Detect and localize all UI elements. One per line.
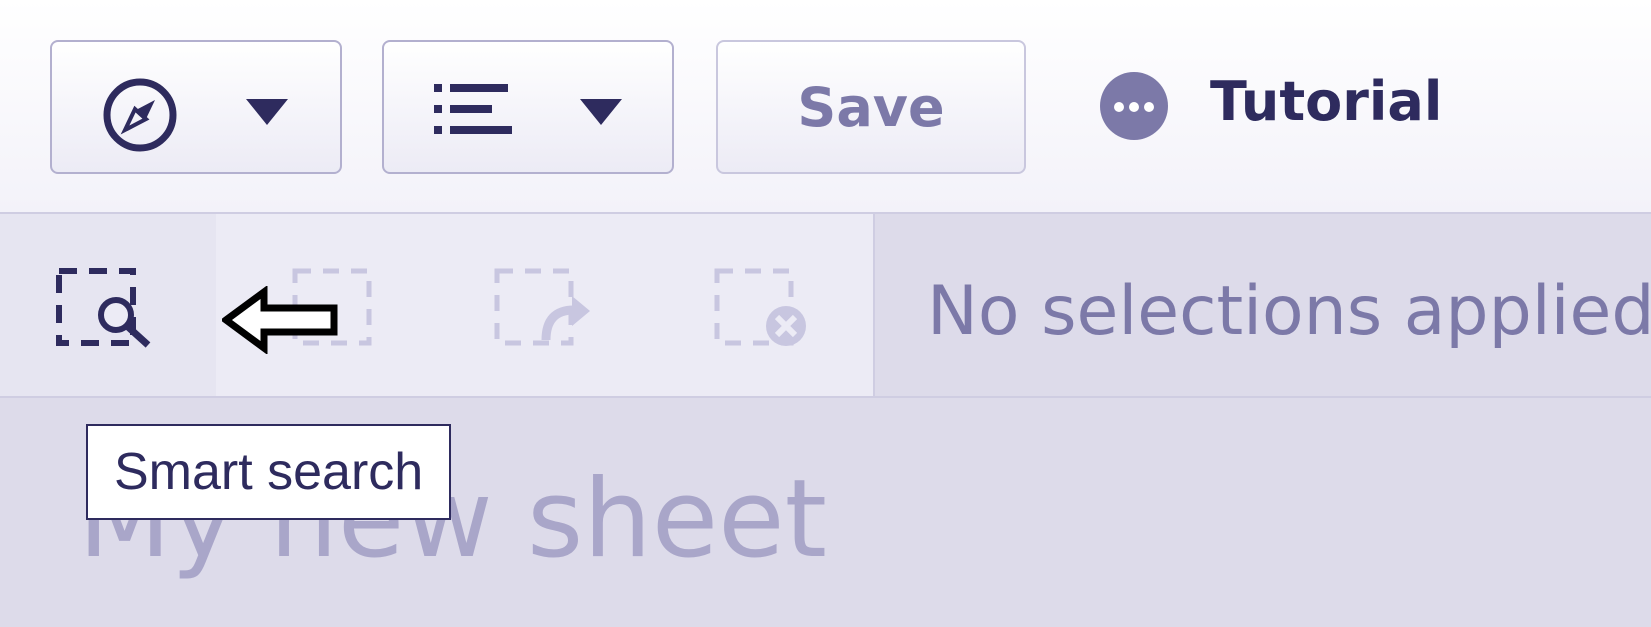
sheets-list-button[interactable] [382, 40, 674, 174]
selection-tools [0, 214, 875, 396]
smart-search-tooltip: Smart search [86, 424, 452, 520]
chevron-down-icon [580, 99, 622, 125]
step-forward-icon[interactable] [494, 268, 598, 348]
save-button[interactable]: Save [716, 40, 1026, 174]
selections-status: No selections applied [927, 272, 1651, 351]
left-arrow-icon [222, 286, 338, 354]
more-dots-icon[interactable] [1098, 70, 1170, 142]
compass-icon [103, 78, 177, 152]
selections-bar: No selections applied [0, 214, 1651, 398]
chevron-down-icon [246, 99, 288, 125]
smart-search-button[interactable] [0, 214, 216, 396]
save-button-label: Save [797, 76, 945, 139]
clear-all-icon[interactable] [714, 268, 818, 354]
top-toolbar: Save Tutorial [0, 0, 1651, 214]
navigate-menu-button[interactable] [50, 40, 342, 174]
smart-search-icon [56, 268, 151, 348]
list-icon [434, 84, 512, 134]
tutorial-link[interactable]: Tutorial [1210, 70, 1442, 134]
